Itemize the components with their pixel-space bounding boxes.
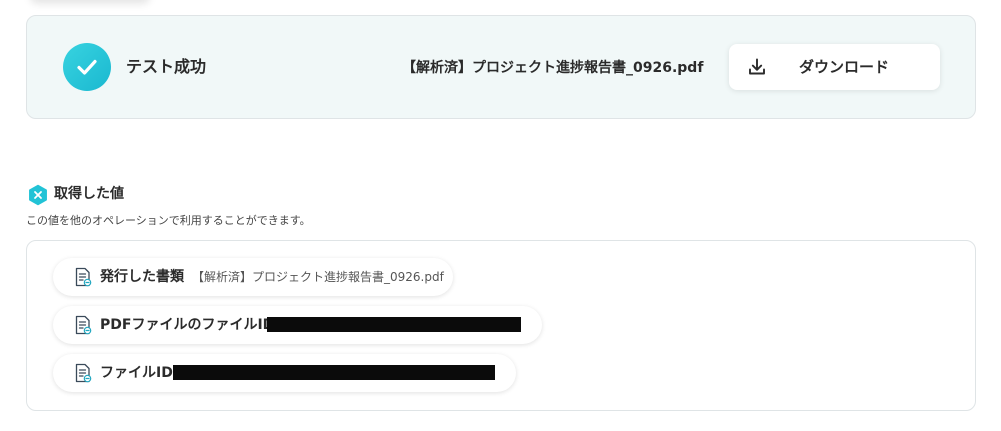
retrieved-values-card: 発行した書類 【解析済】プロジェクト進捗報告書_0926.pdf PDFファイル… — [26, 240, 976, 411]
variable-icon — [29, 184, 47, 206]
value-chip-value: 【解析済】プロジェクト進捗報告書_0926.pdf — [192, 270, 444, 284]
section-title: 取得した値 — [54, 186, 124, 202]
redacted-value — [173, 365, 495, 380]
document-icon — [75, 315, 92, 335]
section-description: この値を他のオペレーションで利用することができます。 — [26, 214, 311, 227]
value-chip-label: ファイルID — [100, 365, 173, 381]
value-chip-pdf-file-id[interactable]: PDFファイルのファイルID — [53, 306, 542, 344]
value-chip-label: 発行した書類 — [100, 269, 184, 285]
test-result-card: テスト成功 【解析済】プロジェクト進捗報告書_0926.pdf ダウンロード — [26, 15, 976, 119]
value-chip-file-id[interactable]: ファイルID — [53, 354, 516, 392]
result-file-name: 【解析済】プロジェクト進捗報告書_0926.pdf — [402, 60, 704, 76]
value-chip-label: PDFファイルのファイルID — [100, 317, 275, 333]
check-circle-icon — [63, 43, 111, 91]
document-icon — [75, 267, 92, 287]
result-status-title: テスト成功 — [126, 57, 207, 76]
redacted-value — [267, 317, 521, 332]
document-icon — [75, 363, 92, 383]
download-icon — [749, 58, 765, 75]
download-button[interactable]: ダウンロード — [729, 44, 940, 90]
download-button-label: ダウンロード — [798, 58, 889, 76]
value-chip-issued-document[interactable]: 発行した書類 【解析済】プロジェクト進捗報告書_0926.pdf — [53, 258, 453, 296]
